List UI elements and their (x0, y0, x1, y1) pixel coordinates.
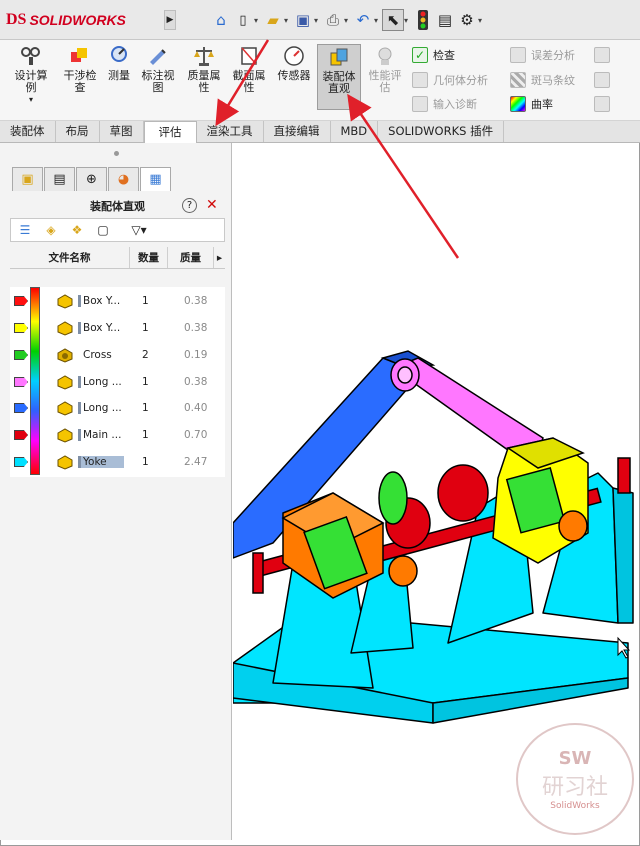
arrow-to-assembly-visualization (347, 93, 460, 259)
arrow-to-evaluate-tab (215, 39, 270, 127)
annotation-arrows (215, 39, 460, 259)
